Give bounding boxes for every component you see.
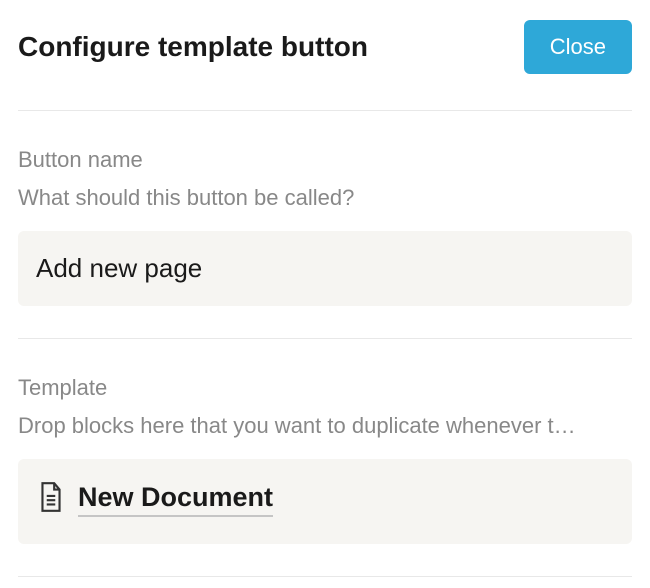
template-label: Template — [18, 375, 632, 401]
button-name-description: What should this button be called? — [18, 185, 632, 211]
dialog-header: Configure template button Close — [18, 20, 632, 111]
template-block-title[interactable]: New Document — [78, 482, 273, 517]
template-description: Drop blocks here that you want to duplic… — [18, 413, 632, 439]
button-name-section: Button name What should this button be c… — [18, 147, 632, 339]
template-drop-zone[interactable]: New Document — [18, 459, 632, 544]
template-section: Template Drop blocks here that you want … — [18, 375, 632, 577]
close-button[interactable]: Close — [524, 20, 632, 74]
button-name-label: Button name — [18, 147, 632, 173]
document-icon — [38, 481, 64, 518]
dialog-title: Configure template button — [18, 31, 368, 63]
button-name-input[interactable] — [18, 231, 632, 306]
